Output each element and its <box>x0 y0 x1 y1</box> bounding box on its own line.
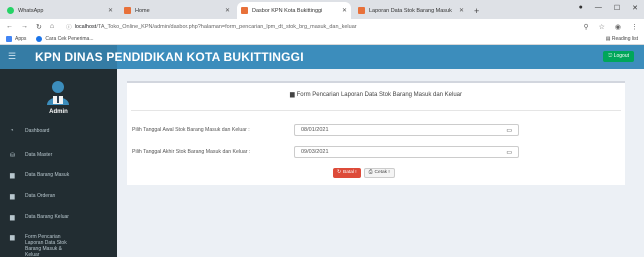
browser-tab-whatsapp[interactable]: WhatsApp ✕ <box>3 2 117 19</box>
bookmarks-bar: Apps Cara Cek Penerima... ▤ Reading list <box>0 34 644 45</box>
info-icon[interactable]: ⓘ <box>66 23 72 31</box>
print-button[interactable]: ⎙ Cetak ! <box>363 168 395 178</box>
file-icon: ▆ <box>10 194 15 200</box>
print-label: Cetak ! <box>374 170 390 175</box>
tab-title: WhatsApp <box>18 7 44 14</box>
form-title: ▆ Form Pencarian Laporan Data Stok Barang… <box>127 91 625 98</box>
file-icon: ▆ <box>289 92 295 98</box>
address-bar[interactable]: ⓘ localhost /TA_Toko_Online_KPN/admin/da… <box>66 23 583 31</box>
refresh-icon: ↻ <box>337 170 342 175</box>
end-date-value: 09/03/2021 <box>301 149 329 155</box>
user-name: Admin <box>49 109 68 115</box>
end-date-input[interactable]: 09/03/2021 ▭ <box>294 146 519 158</box>
sidebar-item-dashboard[interactable]: ◔ Dashboard <box>0 128 117 134</box>
user-avatar-icon <box>47 81 69 105</box>
logout-button[interactable]: ⎋ Logout <box>603 51 634 62</box>
sidebar-item-barang-keluar[interactable]: ▆ Data Barang Keluar <box>0 214 117 221</box>
file-icon: ▆ <box>10 235 15 241</box>
end-date-label: Pilih Tanggal Akhir Stok Barang Masuk da… <box>132 149 251 155</box>
home-icon[interactable]: ⌂ <box>50 23 54 30</box>
tab-title: Dasbor KPN Kota Bukittinggi <box>252 7 323 14</box>
sidebar-item-label: Data Barang Masuk <box>25 172 70 178</box>
close-icon[interactable]: ✕ <box>342 7 347 14</box>
maximize-icon[interactable]: ☐ <box>614 4 620 12</box>
reading-list-label: Reading list <box>611 36 638 42</box>
apps-grid-icon <box>6 36 12 42</box>
reload-icon[interactable]: ↻ <box>36 23 42 31</box>
close-icon[interactable]: ✕ <box>459 7 464 14</box>
close-window-icon[interactable]: ✕ <box>632 4 638 12</box>
site-favicon-icon <box>241 7 248 14</box>
bookmark-label: Apps <box>15 36 27 42</box>
sidebar-item-data-master[interactable]: ⛁ Data Master <box>0 152 117 159</box>
calendar-icon[interactable]: ▭ <box>506 149 512 156</box>
app-brand-title: KPN DINAS PENDIDIKAN KOTA BUKITTINGGI <box>35 50 304 64</box>
close-icon[interactable]: ✕ <box>108 7 113 14</box>
url-host: localhost <box>74 23 97 30</box>
tab-title: Laporan Data Stok Barang Masuk <box>369 7 452 14</box>
toolbar-actions: ⚲ ☆ ◉ ⋮ <box>583 23 638 31</box>
sidebar-item-orderan[interactable]: ▆ Data Orderan <box>0 193 117 200</box>
site-favicon-icon <box>358 7 365 14</box>
sidebar-item-label: Data Barang Keluar <box>25 214 69 220</box>
sidebar-item-barang-masuk[interactable]: ▆ Data Barang Masuk <box>0 172 117 179</box>
logout-label: Logout <box>613 53 629 59</box>
profile-icon[interactable]: ● <box>579 4 583 12</box>
start-date-input[interactable]: 08/01/2021 ▭ <box>294 124 519 136</box>
site-favicon-icon <box>124 7 131 14</box>
url-path: /TA_Toko_Online_KPN/admin/dasbor.php?hal… <box>96 23 357 30</box>
tab-title: Home <box>135 7 150 14</box>
browser-tab-laporan[interactable]: Laporan Data Stok Barang Masuk ✕ <box>354 2 468 19</box>
bookmark-label: Cara Cek Penerima... <box>45 36 94 42</box>
search-form-box: ▆ Form Pencarian Laporan Data Stok Barang… <box>127 81 625 185</box>
reset-label: Batal ! <box>343 170 357 175</box>
sidebar-item-form-pencarian[interactable]: ▆ Form Pencarian Laporan Data Stok Baran… <box>0 234 70 257</box>
minimize-icon[interactable]: — <box>595 4 602 12</box>
sidebar-item-label: Dashboard <box>25 128 50 134</box>
end-date-row: Pilih Tanggal Akhir Stok Barang Masuk da… <box>132 146 519 158</box>
bookmark-favicon-icon <box>36 36 43 42</box>
browser-toolbar: ← → ↻ ⌂ ⓘ localhost /TA_Toko_Online_KPN/… <box>0 19 644 34</box>
sidebar-item-label: Data Orderan <box>25 193 56 199</box>
form-actions: ↻ Batal ! ⎙ Cetak ! <box>333 168 395 178</box>
back-icon[interactable]: ← <box>6 23 13 30</box>
forward-icon[interactable]: → <box>21 23 28 30</box>
zoom-icon[interactable]: ⚲ <box>583 23 588 31</box>
main-content: ▆ Form Pencarian Laporan Data Stok Barang… <box>117 69 644 257</box>
sidebar-toggle-icon[interactable]: ☰ <box>8 51 16 62</box>
sidebar-item-label: Data Master <box>25 152 53 158</box>
database-icon: ⛁ <box>10 153 16 159</box>
extension-icon[interactable]: ◉ <box>615 23 621 31</box>
dashboard-icon: ◔ <box>10 128 14 134</box>
browser-tab-home[interactable]: Home ✕ <box>120 2 234 19</box>
window-controls: ● — ☐ ✕ <box>579 4 638 12</box>
browser-tab-bar: WhatsApp ✕ Home ✕ Dasbor KPN Kota Bukitt… <box>0 0 644 19</box>
bookmark-apps[interactable]: Apps <box>6 36 26 42</box>
app-header: ☰ KPN DINAS PENDIDIKAN KOTA BUKITTINGGI … <box>0 45 644 69</box>
sidebar-item-label: Form Pencarian Laporan Data Stok Barang … <box>25 234 67 257</box>
start-date-row: Pilih Tanggal Awal Stok Barang Masuk dan… <box>132 124 519 136</box>
divider <box>131 110 621 111</box>
form-title-text: Form Pencarian Laporan Data Stok Barang … <box>296 92 463 98</box>
browser-tab-dasbor[interactable]: Dasbor KPN Kota Bukittinggi ✕ <box>237 2 351 19</box>
bookmark-cara-cek[interactable]: Cara Cek Penerima... <box>36 36 93 42</box>
new-tab-button[interactable]: + <box>474 6 479 16</box>
menu-kebab-icon[interactable]: ⋮ <box>631 23 638 31</box>
file-icon: ▆ <box>10 215 15 221</box>
sidebar: Admin ◔ Dashboard ⛁ Data Master ▆ Data B… <box>0 69 117 257</box>
start-date-label: Pilih Tanggal Awal Stok Barang Masuk dan… <box>132 127 250 133</box>
file-icon: ▆ <box>10 173 15 179</box>
bookmark-star-icon[interactable]: ☆ <box>599 23 605 31</box>
print-icon: ⎙ <box>368 170 373 175</box>
whatsapp-favicon-icon <box>7 7 14 14</box>
start-date-value: 08/01/2021 <box>301 127 329 133</box>
calendar-icon[interactable]: ▭ <box>506 127 512 134</box>
close-icon[interactable]: ✕ <box>225 7 230 14</box>
reading-list-button[interactable]: ▤ Reading list <box>606 36 638 42</box>
reset-button[interactable]: ↻ Batal ! <box>333 168 361 178</box>
